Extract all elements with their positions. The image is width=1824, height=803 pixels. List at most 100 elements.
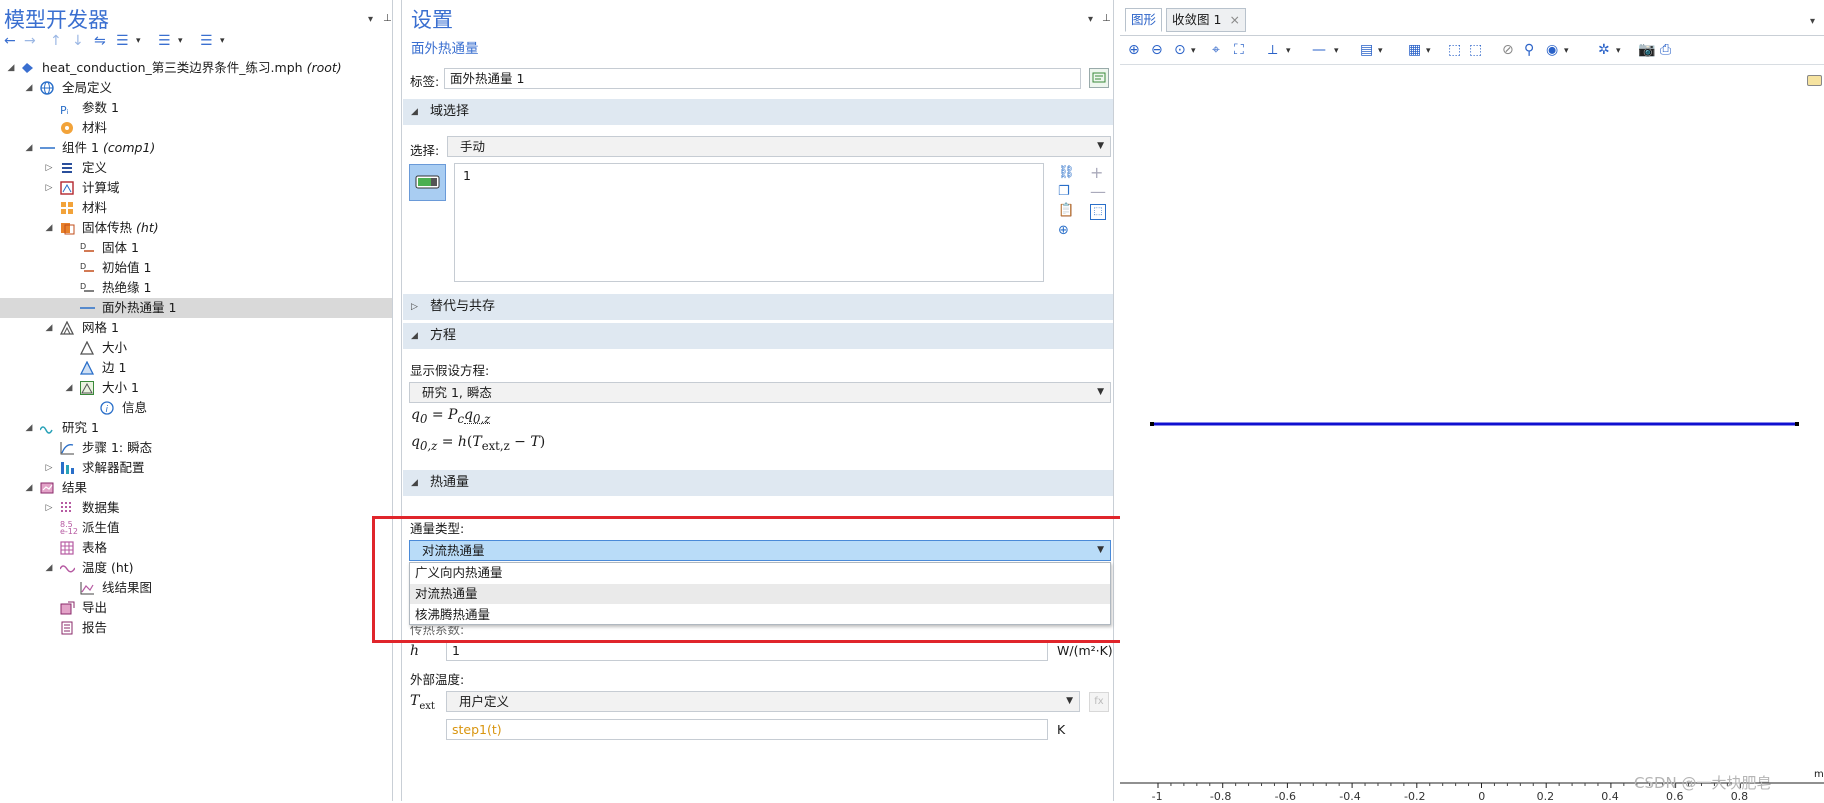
select-edges-icon[interactable]: ▤ [1360,42,1373,58]
zoom-selected-icon[interactable]: ⌖ [1212,42,1220,58]
tree-item-thermal-insulation[interactable]: D 热绝缘 1 [0,278,392,298]
tree-item-component[interactable]: ◢ 组件 1 (comp1) [0,138,392,158]
list-dropdown-icon[interactable]: ▾ [220,33,225,49]
expand-right-icon[interactable]: ▷ [44,178,54,198]
tree-item-global-materials[interactable]: 材料 [0,118,392,138]
move-down-icon[interactable]: ↓ [72,33,84,49]
tab-convergence-plot[interactable]: 收敛图 1 × [1166,8,1246,32]
section-equation[interactable]: ◢ 方程 [403,323,1113,349]
zoom-to-selection-icon[interactable]: ⊕ [1058,223,1069,238]
section-override-and-contribution[interactable]: ▷ 替代与共存 [403,294,1113,320]
dropdown-option[interactable]: 核沸腾热通量 [410,605,1110,625]
tree-item-solver-configurations[interactable]: ▷ 求解器配置 [0,458,392,478]
expand-right-icon[interactable]: ▷ [44,498,54,518]
hide-icon[interactable]: ⊘ [1502,42,1514,58]
label-field[interactable]: 面外热通量 1 [444,68,1081,89]
line-style-icon[interactable]: — [1312,42,1326,58]
zoom-dropdown-icon[interactable]: ▾ [1191,46,1196,56]
selection-combo[interactable]: 手动 ▼ [447,136,1111,157]
select-box-icon[interactable]: ⬚ [1448,42,1461,58]
copy-icon[interactable]: ❐ [1058,184,1070,199]
section-heat-flux[interactable]: ◢ 热通量 [403,470,1113,496]
ext-temp-mode-combo[interactable]: 用户定义 ▼ [446,691,1080,712]
tree-item-initial-values[interactable]: D 初始值 1 [0,258,392,278]
tree-item-solid[interactable]: D 固体 1 [0,238,392,258]
forward-arrow-icon[interactable]: → [24,33,36,49]
expand-down-icon[interactable]: ◢ [24,78,34,98]
print-icon[interactable]: ⎙ [1660,42,1671,58]
paste-icon[interactable]: 📋 [1058,203,1074,218]
sort-icon[interactable]: ☰ [158,33,171,49]
tree-item-tables[interactable]: 表格 [0,538,392,558]
panel-menu-icon[interactable]: ▾ [368,14,373,25]
zoom-out-icon[interactable]: ⊖ [1151,42,1163,58]
select-points-icon[interactable]: ▦ [1408,42,1421,58]
expand-down-icon[interactable]: ◢ [24,138,34,158]
axes-icon[interactable]: ⟂ [1268,42,1277,58]
selection-list-item[interactable]: 1 [455,164,1043,183]
zoom-box-icon[interactable]: ⊙ [1174,42,1186,58]
active-toggle-button[interactable] [409,164,446,201]
ext-temp-input[interactable]: step1(t) [446,719,1048,740]
expand-right-icon[interactable]: ▷ [44,158,54,178]
move-up-icon[interactable]: ↑ [50,33,62,49]
show-icon[interactable]: ⇋ [94,33,106,49]
show-icon[interactable]: ⚲ [1524,42,1534,58]
tree-item-datasets[interactable]: ▷ 数据集 [0,498,392,518]
equation-study-combo[interactable]: 研究 1, 瞬态 ▼ [409,382,1111,403]
collapse-dropdown-icon[interactable]: ▾ [136,33,141,49]
geometry-vertex-left[interactable] [1150,422,1154,426]
camera-icon[interactable]: 📷 [1638,42,1655,58]
close-icon[interactable]: × [1229,12,1239,27]
scene-dropdown-icon[interactable]: ▾ [1616,46,1621,56]
line-style-dropdown-icon[interactable]: ▾ [1334,46,1339,56]
tree-item-temperature-plot[interactable]: ◢ 温度 (ht) [0,558,392,578]
tree-item-parameters[interactable]: Pᵢ 参数 1 [0,98,392,118]
selection-list[interactable]: 1 [454,163,1044,282]
pin-icon[interactable]: ⊥ [1102,13,1111,24]
tree-item-heat-transfer[interactable]: ◢ 固体传热 (ht) [0,218,392,238]
select-points-dropdown-icon[interactable]: ▾ [1426,46,1431,56]
scene-light-icon[interactable]: ✲ [1598,42,1610,58]
function-icon[interactable]: fx [1089,692,1109,712]
panel-menu-icon[interactable]: ▾ [1810,16,1815,27]
tree-item-results[interactable]: ◢ 结果 [0,478,392,498]
create-selection-icon[interactable]: ⬚ [1090,204,1106,220]
tree-item-definitions[interactable]: ▷ 定义 [0,158,392,178]
tree-item-information[interactable]: i 信息 [0,398,392,418]
expand-right-icon[interactable]: ▷ [44,458,54,478]
tree-item-geometry[interactable]: ▷ 计算域 [0,178,392,198]
expand-down-icon[interactable]: ◢ [44,218,54,238]
view-icon[interactable]: ◉ [1546,42,1558,58]
add-icon[interactable]: + [1090,163,1103,182]
view-dropdown-icon[interactable]: ▾ [1564,46,1569,56]
tree-item-out-of-plane-heat-flux[interactable]: 面外热通量 1 [0,298,392,318]
tree-item-component-materials[interactable]: 材料 [0,198,392,218]
tree-item-study[interactable]: ◢ 研究 1 [0,418,392,438]
remove-icon[interactable]: — [1090,182,1106,201]
panel-menu-icon[interactable]: ▾ [1088,14,1093,25]
tree-item-derived-values[interactable]: 8.5 e-12 派生值 [0,518,392,538]
pin-icon[interactable]: ⊥ [383,13,392,24]
geometry-vertex-right[interactable] [1795,422,1799,426]
expand-down-icon[interactable]: ◢ [6,58,16,78]
expand-down-icon[interactable]: ◢ [24,478,34,498]
dropdown-option[interactable]: 广义向内热通量 [410,563,1110,583]
select-edges-dropdown-icon[interactable]: ▾ [1378,46,1383,56]
zoom-extents-icon[interactable]: ⛶ [1234,42,1244,58]
expand-down-icon[interactable]: ◢ [24,418,34,438]
section-domain-selection[interactable]: ◢ 域选择 [403,99,1113,125]
graphics-canvas[interactable] [1120,66,1824,801]
sort-dropdown-icon[interactable]: ▾ [178,33,183,49]
collapse-icon[interactable]: ☰ [116,33,129,49]
tree-item-mesh-size-1[interactable]: ◢ 大小 1 [0,378,392,398]
note-icon[interactable] [1089,68,1109,88]
tree-item-reports[interactable]: 报告 [0,618,392,638]
dropdown-option-selected[interactable]: 对流热通量 [410,584,1110,604]
select-nodes-icon[interactable]: ⛓ [1058,165,1075,180]
zoom-in-icon[interactable]: ⊕ [1128,42,1140,58]
tree-item-transient-step[interactable]: 步骤 1: 瞬态 [0,438,392,458]
htc-input[interactable]: 1 [446,640,1048,661]
axes-dropdown-icon[interactable]: ▾ [1286,46,1291,56]
tab-graphics[interactable]: 图形 [1125,8,1163,32]
